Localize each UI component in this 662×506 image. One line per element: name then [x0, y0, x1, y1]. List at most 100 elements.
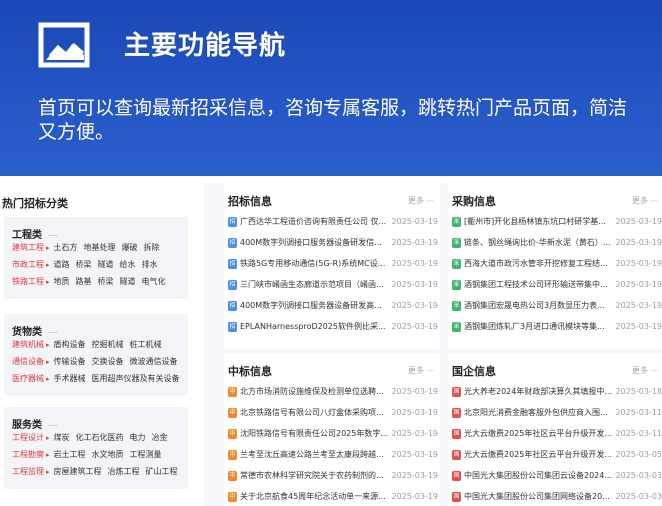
list-item[interactable]: 采酒钢集团工程技术公司环形输送带集中... 2025-03-19 — [452, 278, 662, 292]
more-link[interactable]: 更多 — — [408, 195, 434, 206]
category-more-arrow[interactable]: — — [48, 420, 58, 431]
item-title[interactable]: 沈阳铁路信号有限责任公司2025年数字... — [240, 427, 390, 441]
more-link[interactable]: 更多 — — [408, 365, 434, 376]
item-title[interactable]: EPLANHarnessproD2025软件例比采... — [240, 320, 390, 334]
category-more-arrow[interactable]: — — [48, 327, 58, 338]
list-item[interactable]: 国北京阳光消费金融客服外包供应商入围... 2025-03-11 — [452, 406, 662, 420]
list-item[interactable]: 招 400M数字列调接口服务器设备研发信... 2025-03-19 — [228, 236, 438, 250]
category-key-link[interactable]: 工程监理 — [12, 467, 50, 476]
list-item[interactable]: 中兰考至沈丘高速公路兰考至太康段跨越... 2025-03-19 — [228, 448, 438, 462]
item-title[interactable]: [衢州市]开化县杨林镇东坑口村研学基... — [464, 215, 614, 229]
category-item-link[interactable]: 挖掘机械 — [92, 340, 124, 349]
list-item[interactable]: 采 [衢州市]开化县杨林镇东坑口村研学基... 2025-03-19 — [452, 215, 662, 229]
more-link[interactable]: 更多 — — [632, 195, 658, 206]
category-item-link[interactable]: 盾构设备 — [54, 340, 86, 349]
category-item-link[interactable]: 地基处理 — [84, 243, 116, 252]
category-title[interactable]: 货物类 — — [12, 323, 58, 338]
category-item-link[interactable]: 化工石化医药 — [76, 433, 124, 442]
category-item-link[interactable]: 桥梁 — [76, 260, 92, 269]
category-item-link[interactable]: 微波通信设备 — [130, 357, 178, 366]
category-item-link[interactable]: 电气化 — [142, 277, 166, 286]
category-key-link[interactable]: 建筑机械 — [12, 340, 50, 349]
category-more-arrow[interactable]: — — [48, 230, 58, 241]
item-title[interactable]: 光大云缴费2025年社区云平台升级开发... — [464, 448, 614, 462]
item-title[interactable]: 中国光大集团股份公司集团云设备2024... — [464, 469, 614, 483]
category-key-link[interactable]: 建筑工程 — [12, 243, 50, 252]
category-item-link[interactable]: 岩土工程 — [54, 450, 86, 459]
item-title[interactable]: 光大云缴费2025年社区云平台升级开发... — [464, 427, 614, 441]
list-item[interactable]: 招广西达华工程造价咨询有限责任公司 仅... 2025-03-19 — [228, 215, 438, 229]
category-item-link[interactable]: 隧道 — [98, 260, 114, 269]
category-item-link[interactable]: 给水 — [120, 260, 136, 269]
category-item-link[interactable]: 排水 — [142, 260, 158, 269]
item-title[interactable]: 链条、钢丝绳询比价-华新水泥（黄石）... — [464, 236, 614, 250]
category-item-link[interactable]: 桩工机械 — [130, 340, 162, 349]
category-title[interactable]: 服务类 — — [12, 416, 58, 431]
item-title[interactable]: 400M数字列调接口服务器设备研发信... — [240, 236, 390, 250]
category-item-link[interactable]: 电力 — [130, 433, 146, 442]
more-label: 更多 — [408, 366, 424, 375]
item-title[interactable]: 广西达华工程造价咨询有限责任公司 仅... — [240, 215, 390, 229]
item-title[interactable]: 三门峡市崤函生态廊道示范项目（崤函... — [240, 278, 390, 292]
list-item[interactable]: 招铁路5G专用移动通信(5G-R)系统MC设... 2025-03-19 — [228, 257, 438, 271]
list-item[interactable]: 中关于北京航食45周年纪念活动单一来源... 2025-03-19 — [228, 490, 438, 504]
category-item-link[interactable]: 冶金 — [152, 433, 168, 442]
item-title[interactable]: 兰考至沈丘高速公路兰考至太康段跨越... — [240, 448, 390, 462]
category-item-link[interactable]: 地质 — [54, 277, 70, 286]
category-key-link[interactable]: 工程勘察 — [12, 450, 50, 459]
list-item[interactable]: 采酒钢集团炼轧厂3月进口通讯模块等集... 2025-03-19 — [452, 320, 662, 334]
item-title[interactable]: 光大养老2024年财政部决算久其填报中... — [464, 385, 614, 399]
list-item[interactable]: 采链条、钢丝绳询比价-华新水泥（黄石）... 2025-03-19 — [452, 236, 662, 250]
category-item-link[interactable]: 路基 — [76, 277, 92, 286]
list-item[interactable]: 国光大云缴费2025年社区云平台升级开发... 2025-03-05 — [452, 448, 662, 462]
list-item[interactable]: 招 EPLANHarnessproD2025软件例比采... 2025-03-19 — [228, 320, 438, 334]
list-item[interactable]: 采酒钢集团宏晟电热公司3月数显压力表... 2025-03-19 — [452, 299, 662, 313]
category-key-link[interactable]: 通信设备 — [12, 357, 50, 366]
category-item-link[interactable]: 桥梁 — [98, 277, 114, 286]
list-item[interactable]: 中北方市场消防设施维保及检测单位选聘... 2025-03-19 — [228, 385, 438, 399]
item-title[interactable]: 酒钢集团工程技术公司环形输送带集中... — [464, 278, 614, 292]
item-title[interactable]: 中国光大集团股份公司集团网络设备20... — [464, 490, 614, 504]
item-title[interactable]: 酒钢集团炼轧厂3月进口通讯模块等集... — [464, 320, 614, 334]
item-title[interactable]: 北京阳光消费金融客服外包供应商入围... — [464, 406, 614, 420]
item-title[interactable]: 北京铁路信号有限公司八灯盒体采购项... — [240, 406, 390, 420]
list-item[interactable]: 国光大云缴费2025年社区云平台升级开发... 2025-03-11 — [452, 427, 662, 441]
item-title[interactable]: 常德市农林科学研究院关于农药制剂的... — [240, 469, 390, 483]
list-item[interactable]: 国中国光大集团股份公司集团网络设备20... 2025-03-03 — [452, 490, 662, 504]
category-item-link[interactable]: 交换设备 — [92, 357, 124, 366]
category-item-link[interactable]: 煤炭 — [54, 433, 70, 442]
category-key-link[interactable]: 工程设计 — [12, 433, 50, 442]
list-item[interactable]: 国光大养老2024年财政部决算久其填报中... 2025-03-18 — [452, 385, 662, 399]
item-title[interactable]: 西海大道市政污水管非开挖修复工程结... — [464, 257, 614, 271]
category-key-link[interactable]: 市政工程 — [12, 260, 50, 269]
category-item-link[interactable]: 爆破 — [122, 243, 138, 252]
list-item[interactable]: 中常德市农林科学研究院关于农药制剂的... 2025-03-19 — [228, 469, 438, 483]
category-item-link[interactable]: 拆除 — [144, 243, 160, 252]
category-item-link[interactable]: 矿山工程 — [146, 467, 178, 476]
item-title[interactable]: 酒钢集团宏晟电热公司3月数显压力表... — [464, 299, 614, 313]
category-item-link[interactable]: 房屋建筑工程 — [54, 467, 102, 476]
list-item[interactable]: 中北京铁路信号有限公司八灯盒体采购项... 2025-03-19 — [228, 406, 438, 420]
category-item-link[interactable]: 隧道 — [120, 277, 136, 286]
category-key-link[interactable]: 医疗器械 — [12, 374, 50, 383]
category-item-link[interactable]: 冶炼工程 — [108, 467, 140, 476]
item-title[interactable]: 400M数字列调接口服务器设备研发高... — [240, 299, 390, 313]
category-title[interactable]: 工程类 — — [12, 226, 58, 241]
more-link[interactable]: 更多 — — [632, 365, 658, 376]
list-item[interactable]: 招 400M数字列调接口服务器设备研发高... 2025-03-19 — [228, 299, 438, 313]
category-item-link[interactable]: 土石方 — [54, 243, 78, 252]
list-item[interactable]: 采西海大道市政污水管非开挖修复工程结... 2025-03-19 — [452, 257, 662, 271]
category-item-link[interactable]: 传输设备 — [54, 357, 86, 366]
category-key-link[interactable]: 铁路工程 — [12, 277, 50, 286]
list-item[interactable]: 招三门峡市崤函生态廊道示范项目（崤函... 2025-03-19 — [228, 278, 438, 292]
category-item-link[interactable]: 道路 — [54, 260, 70, 269]
item-title[interactable]: 铁路5G专用移动通信(5G-R)系统MC设... — [240, 257, 390, 271]
list-item[interactable]: 中沈阳铁路信号有限责任公司2025年数字... 2025-03-19 — [228, 427, 438, 441]
item-title[interactable]: 北方市场消防设施维保及检测单位选聘... — [240, 385, 390, 399]
category-item-link[interactable]: 医用超声仪器及有关设备 — [92, 374, 180, 383]
category-item-link[interactable]: 工程测量 — [130, 450, 162, 459]
list-item[interactable]: 国中国光大集团股份公司集团云设备2024... 2025-03-03 — [452, 469, 662, 483]
category-item-link[interactable]: 手术器械 — [54, 374, 86, 383]
item-title[interactable]: 关于北京航食45周年纪念活动单一来源... — [240, 490, 390, 504]
category-item-link[interactable]: 水文地质 — [92, 450, 124, 459]
